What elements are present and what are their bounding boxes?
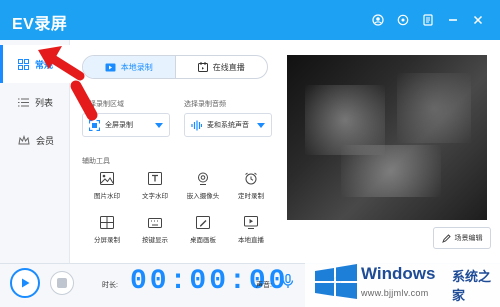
tool-label: 桌面画板	[190, 237, 216, 244]
scene-edit-button[interactable]: 场景编辑	[433, 227, 491, 249]
minimize-icon[interactable]	[447, 13, 459, 25]
stop-icon	[57, 278, 67, 288]
chevron-down-icon	[155, 123, 163, 128]
audio-value: 麦和系统声音	[207, 122, 249, 129]
tab-live-stream[interactable]: 在线直播	[176, 56, 268, 78]
title-bar: EV录屏	[0, 0, 500, 40]
image-icon	[100, 172, 114, 185]
sidebar-item-label: 会员	[36, 135, 55, 146]
tab-label: 本地录制	[120, 62, 153, 72]
tool-text-watermark[interactable]: 文字水印	[132, 172, 178, 208]
tool-key-display[interactable]: 按键显示	[132, 216, 178, 252]
title-controls	[372, 13, 484, 26]
duration-label: 时长:	[102, 282, 118, 289]
preview-blur	[341, 145, 441, 197]
audio-label: 选择录制音频	[184, 101, 226, 108]
scene-edit-label: 场景编辑	[454, 235, 483, 242]
chevron-down-icon	[257, 123, 265, 128]
tool-image-watermark[interactable]: 图片水印	[84, 172, 130, 208]
fullscreen-icon	[89, 119, 100, 131]
close-icon[interactable]	[472, 13, 484, 25]
tab-local-record[interactable]: 本地录制	[83, 56, 176, 78]
tool-label: 分屏录制	[94, 237, 120, 244]
watermark-cn: 系统之家	[452, 269, 492, 303]
audio-select[interactable]: 麦和系统声音	[184, 113, 272, 137]
sidebar: 常规 列表 会员	[0, 40, 70, 263]
record-mode-tabs: 本地录制 在线直播	[82, 55, 268, 79]
sidebar-item-general[interactable]: 常规	[0, 45, 70, 83]
watermark-url: www.bjjmlv.com	[361, 288, 429, 298]
settings-icon[interactable]	[397, 13, 409, 26]
sidebar-item-label: 列表	[35, 97, 54, 108]
tool-label: 图片水印	[94, 193, 120, 200]
region-label: 选择录制区域	[82, 101, 124, 108]
edit-icon	[441, 233, 451, 243]
tools-label: 辅助工具	[82, 158, 110, 165]
preview-blur	[397, 73, 471, 143]
text-icon	[148, 172, 162, 185]
stop-button[interactable]	[50, 271, 74, 295]
play-button[interactable]	[10, 268, 40, 298]
keyboard-icon	[148, 218, 162, 228]
user-icon[interactable]	[372, 13, 384, 26]
audio-wave-icon	[191, 120, 202, 130]
monitor-play-icon	[244, 216, 258, 229]
tool-embed-camera[interactable]: 嵌入摄像头	[180, 172, 226, 208]
grid-icon	[18, 58, 29, 70]
tab-label: 在线直播	[212, 62, 245, 72]
alarm-clock-icon	[245, 172, 257, 185]
volume-label: 声音:	[256, 282, 272, 289]
sidebar-item-label: 常规	[35, 59, 54, 70]
sidebar-item-list[interactable]: 列表	[0, 83, 70, 121]
tool-label: 本地直播	[238, 237, 264, 244]
region-select[interactable]: 全屏录制	[82, 113, 170, 137]
sidebar-item-member[interactable]: 会员	[0, 121, 70, 159]
crown-icon	[18, 134, 30, 144]
tool-label: 定时录制	[238, 193, 264, 200]
tool-label: 嵌入摄像头	[186, 193, 220, 200]
list-icon	[18, 98, 29, 106]
windows-logo-icon	[315, 264, 357, 299]
play-icon	[22, 278, 30, 288]
tool-label: 文字水印	[142, 193, 168, 200]
tool-label: 按键显示	[142, 237, 168, 244]
region-value: 全屏录制	[105, 122, 133, 129]
calendar-icon	[197, 62, 208, 72]
pen-board-icon	[196, 216, 210, 229]
split-screen-icon	[100, 216, 114, 229]
menu-icon[interactable]	[422, 13, 434, 26]
webcam-icon	[198, 172, 208, 185]
video-icon	[105, 63, 116, 71]
tool-desktop-board[interactable]: 桌面画板	[180, 216, 226, 252]
tool-local-live[interactable]: 本地直播	[228, 216, 274, 252]
tool-scheduled-record[interactable]: 定时录制	[228, 172, 274, 208]
microphone-icon[interactable]	[282, 274, 294, 288]
watermark-brand: Windows	[361, 264, 436, 283]
tool-split-record[interactable]: 分屏录制	[84, 216, 130, 252]
preview-area	[287, 55, 487, 220]
app-title: EV录屏	[12, 16, 68, 33]
app-window: EV录屏 常规 列表 会员 本地录制 在线直播 选择录制区域 全屏录制 选择录制…	[0, 0, 500, 307]
